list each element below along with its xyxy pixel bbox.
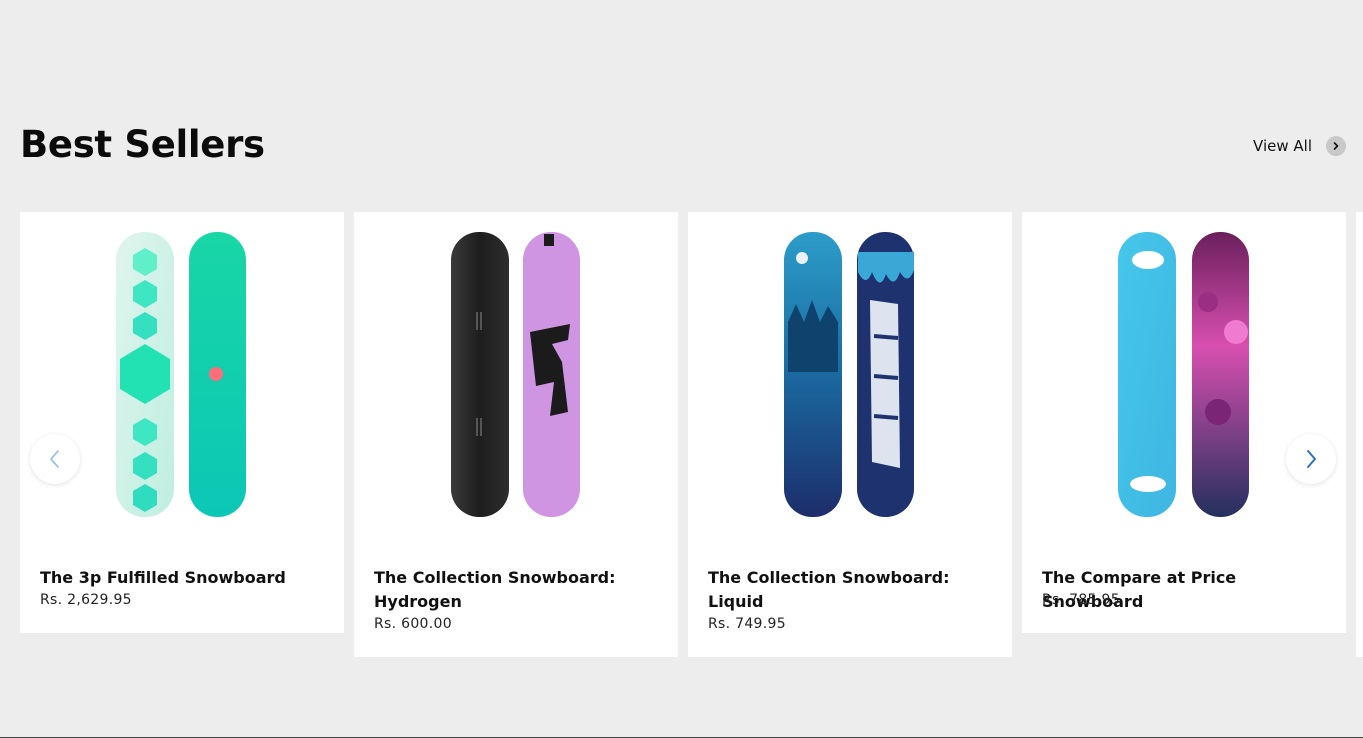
product-price: Rs. 785.95 [1042, 592, 1120, 608]
product-title[interactable]: The Collection Snowboard: Liquid [708, 566, 998, 614]
best-sellers-header: Best Sellers View All [20, 120, 1346, 176]
product-card[interactable]: The Collection Snowboard: Liquid Rs. 749… [688, 212, 1012, 657]
chevron-right-icon [1307, 450, 1316, 468]
section-title: Best Sellers [20, 123, 265, 166]
product-title[interactable]: The Collection Snowboard: Hydrogen [374, 566, 664, 614]
chevron-left-icon [50, 450, 59, 468]
product-card[interactable]: The Compare at Price Snowboard Rs. 785.9… [1022, 212, 1346, 633]
product-carousel: The 3p Fulfilled Snowboard Rs. 2,629.95 … [20, 212, 1363, 672]
product-image [20, 212, 344, 532]
product-title[interactable]: The 3p Fulfilled Snowboard [40, 566, 330, 590]
product-card-partial [1356, 212, 1363, 657]
carousel-prev-button[interactable] [30, 434, 80, 484]
view-all-link[interactable]: View All [1253, 136, 1346, 156]
product-image [688, 212, 1012, 532]
product-image [354, 212, 678, 532]
product-card[interactable]: The 3p Fulfilled Snowboard Rs. 2,629.95 [20, 212, 344, 633]
view-all-label: View All [1253, 137, 1312, 155]
carousel-next-button[interactable] [1286, 434, 1336, 484]
product-price: Rs. 600.00 [374, 616, 452, 632]
product-price: Rs. 749.95 [708, 616, 786, 632]
chevron-right-icon [1326, 136, 1346, 156]
product-price: Rs. 2,629.95 [40, 592, 132, 608]
product-image [1022, 212, 1346, 532]
product-card[interactable]: The Collection Snowboard: Hydrogen Rs. 6… [354, 212, 678, 657]
